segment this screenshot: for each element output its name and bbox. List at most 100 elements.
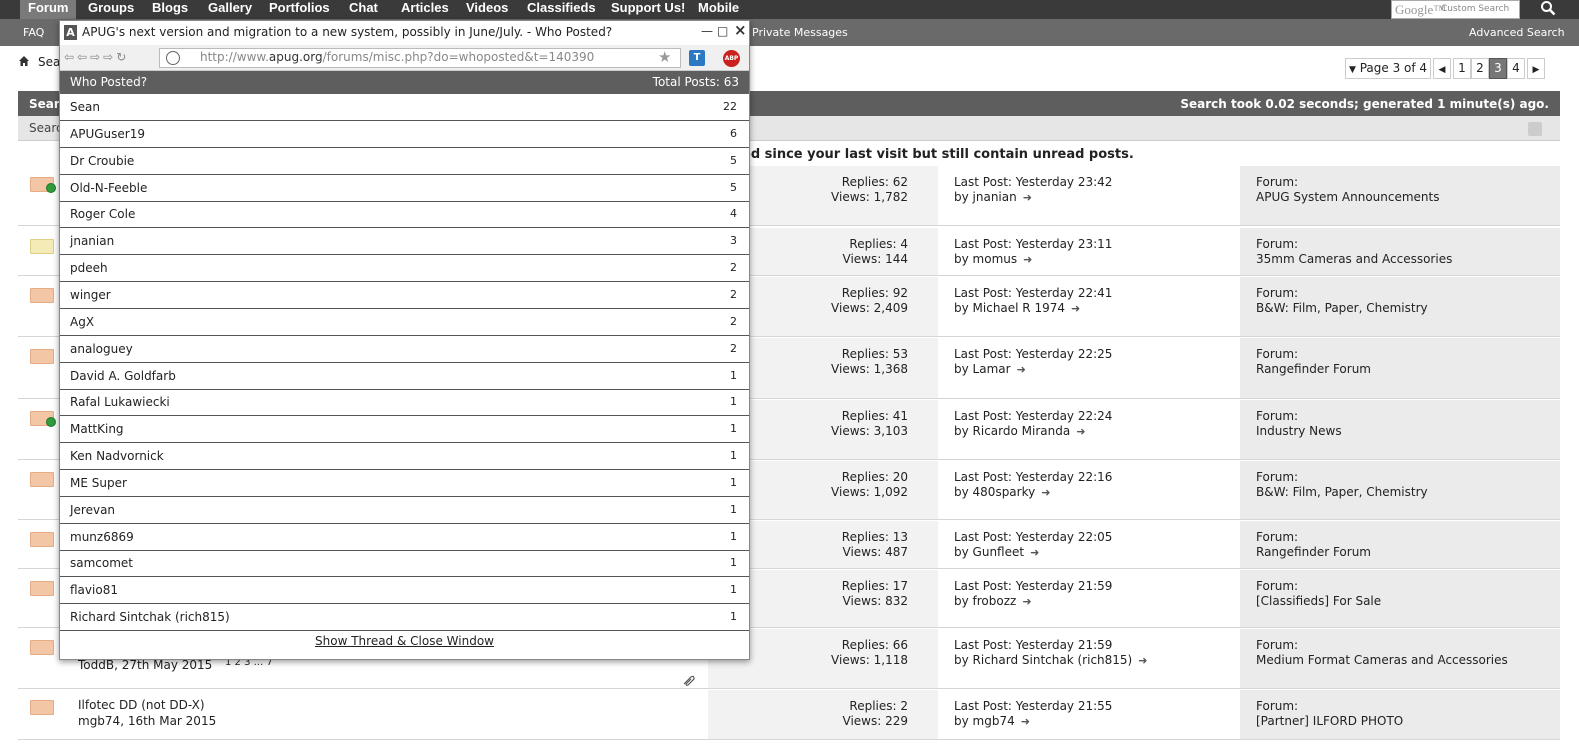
poster-name[interactable]: Sean bbox=[70, 100, 100, 114]
nav-portfolios[interactable]: Portfolios bbox=[269, 0, 330, 19]
poster-name[interactable]: Dr Croubie bbox=[70, 154, 134, 168]
poster-name[interactable]: AgX bbox=[70, 315, 94, 329]
home-icon[interactable] bbox=[18, 55, 30, 67]
maximize-icon[interactable]: □ bbox=[717, 24, 728, 38]
poster-name[interactable]: Richard Sintchak (rich815) bbox=[70, 610, 230, 624]
poster-name[interactable]: David A. Goldfarb bbox=[70, 369, 176, 383]
star-icon[interactable]: ★ bbox=[658, 48, 671, 66]
forum-link[interactable]: Industry News bbox=[1256, 424, 1342, 438]
nav-blogs[interactable]: Blogs bbox=[152, 0, 188, 19]
nav-forum[interactable]: Forum bbox=[20, 0, 77, 19]
poster-count: 1 bbox=[730, 529, 737, 543]
last-post-author[interactable]: by momus ➜ bbox=[954, 252, 1032, 266]
forum-link[interactable]: [Partner] ILFORD PHOTO bbox=[1256, 714, 1403, 728]
forum-link[interactable]: B&W: Film, Paper, Chemistry bbox=[1256, 485, 1428, 499]
page-1-link[interactable]: 1 bbox=[1453, 58, 1471, 79]
poster-name[interactable]: analoguey bbox=[70, 342, 133, 356]
adblock-icon[interactable]: ABP bbox=[723, 50, 740, 67]
poster-name[interactable]: flavio81 bbox=[70, 583, 118, 597]
forum-link[interactable]: [Classifieds] For Sale bbox=[1256, 594, 1381, 608]
poster-name[interactable]: Roger Cole bbox=[70, 207, 135, 221]
last-post-author[interactable]: by Ricardo Miranda ➜ bbox=[954, 424, 1085, 438]
browser-nav-icons[interactable]: ⇦⇦⇨⇨↻ bbox=[64, 50, 129, 64]
nav-groups[interactable]: Groups bbox=[88, 0, 134, 19]
search-icon[interactable] bbox=[1540, 0, 1556, 16]
last-post-author[interactable]: by mgb74 ➜ bbox=[954, 714, 1030, 728]
page-2-link[interactable]: 2 bbox=[1471, 58, 1489, 79]
poster-name[interactable]: jnanian bbox=[70, 234, 114, 248]
subnav-private-messages[interactable]: Private Messages bbox=[752, 26, 848, 39]
nav-chat[interactable]: Chat bbox=[349, 0, 378, 19]
poster-name[interactable]: Rafal Lukawiecki bbox=[70, 395, 170, 409]
forum-link[interactable]: Medium Format Cameras and Accessories bbox=[1256, 653, 1508, 667]
poster-row: MattKing 1 bbox=[60, 416, 749, 444]
go-last-post-icon[interactable]: ➜ bbox=[1017, 363, 1026, 376]
thread-forum: Forum: B&W: Film, Paper, Chemistry bbox=[1240, 277, 1560, 336]
nav-videos[interactable]: Videos bbox=[466, 0, 508, 19]
collapse-icon[interactable] bbox=[1528, 122, 1542, 136]
last-post-time: Last Post: Yesterday 23:11 bbox=[954, 237, 1113, 251]
go-last-post-icon[interactable]: ➜ bbox=[1071, 302, 1080, 315]
last-post-author[interactable]: by Gunfleet ➜ bbox=[954, 545, 1039, 559]
poster-name[interactable]: Old-N-Feeble bbox=[70, 181, 147, 195]
next-page-button[interactable]: ▶ bbox=[1527, 58, 1545, 79]
url-text[interactable]: http://www.apug.org/forums/misc.php?do=w… bbox=[200, 50, 594, 64]
poster-name[interactable]: munz6869 bbox=[70, 530, 134, 544]
go-new-icon[interactable] bbox=[46, 183, 56, 193]
last-post-time: Last Post: Yesterday 21:59 bbox=[954, 638, 1113, 652]
subnav-faq[interactable]: FAQ bbox=[23, 26, 44, 39]
go-last-post-icon[interactable]: ➜ bbox=[1041, 486, 1050, 499]
last-post-author[interactable]: by frobozz ➜ bbox=[954, 594, 1032, 608]
prev-page-button[interactable]: ◀ bbox=[1433, 58, 1451, 79]
last-post-author[interactable]: by Michael R 1974 ➜ bbox=[954, 301, 1080, 315]
go-last-post-icon[interactable]: ➜ bbox=[1076, 425, 1085, 438]
close-icon[interactable]: × bbox=[734, 21, 747, 39]
poster-row: Roger Cole 4 bbox=[60, 201, 749, 229]
last-post-author[interactable]: by 480sparky ➜ bbox=[954, 485, 1050, 499]
go-last-post-icon[interactable]: ➜ bbox=[1030, 546, 1039, 559]
forum-link[interactable]: Rangefinder Forum bbox=[1256, 362, 1371, 376]
breadcrumb[interactable]: Sea bbox=[38, 55, 60, 69]
poster-name[interactable]: pdeeh bbox=[70, 261, 108, 275]
nav-mobile[interactable]: Mobile bbox=[698, 0, 739, 19]
last-post-author[interactable]: by jnanian ➜ bbox=[954, 190, 1032, 204]
poster-name[interactable]: samcomet bbox=[70, 556, 133, 570]
poster-name[interactable]: APUGuser19 bbox=[70, 127, 145, 141]
go-last-post-icon[interactable]: ➜ bbox=[1022, 595, 1031, 608]
nav-gallery[interactable]: Gallery bbox=[208, 0, 252, 19]
forum-link[interactable]: APUG System Announcements bbox=[1256, 190, 1440, 204]
go-last-post-icon[interactable]: ➜ bbox=[1023, 253, 1032, 266]
nav-articles[interactable]: Articles bbox=[401, 0, 449, 19]
minimize-icon[interactable]: — bbox=[701, 24, 713, 38]
last-post-time: Last Post: Yesterday 23:42 bbox=[954, 175, 1113, 189]
google-search-input[interactable]: Google™ Custom Search bbox=[1391, 0, 1520, 19]
nav-support-us[interactable]: Support Us! bbox=[611, 0, 685, 19]
subnav-advanced-search[interactable]: Advanced Search bbox=[1469, 26, 1565, 39]
thread-title[interactable]: Ilfotec DD (not DD-X) bbox=[78, 698, 205, 712]
poster-row: munz6869 1 bbox=[60, 524, 749, 551]
show-thread-close-link[interactable]: Show Thread & Close Window bbox=[60, 634, 749, 648]
thread-row[interactable]: Ilfotec DD (not DD-X) mgb74, 16th Mar 201… bbox=[18, 690, 1560, 740]
translate-icon[interactable]: T bbox=[689, 50, 705, 66]
poster-row: APUGuser19 6 bbox=[60, 121, 749, 148]
poster-name[interactable]: Ken Nadvornick bbox=[70, 449, 164, 463]
last-post-author[interactable]: by Richard Sintchak (rich815) ➜ bbox=[954, 653, 1147, 667]
last-post-author[interactable]: by Lamar ➜ bbox=[954, 362, 1026, 376]
nav-classifieds[interactable]: Classifieds bbox=[527, 0, 596, 19]
poster-name[interactable]: MattKing bbox=[70, 422, 124, 436]
page-4-link[interactable]: 4 bbox=[1507, 58, 1525, 79]
thread-views: Views: 229 bbox=[842, 714, 909, 728]
poster-count: 1 bbox=[730, 610, 737, 624]
thread-replies: Replies: 53 bbox=[841, 347, 908, 361]
page-selector[interactable]: ▼ Page 3 of 4 bbox=[1345, 58, 1431, 79]
poster-name[interactable]: winger bbox=[70, 288, 111, 302]
go-last-post-icon[interactable]: ➜ bbox=[1023, 191, 1032, 204]
go-new-icon[interactable] bbox=[46, 417, 56, 427]
forum-link[interactable]: B&W: Film, Paper, Chemistry bbox=[1256, 301, 1428, 315]
go-last-post-icon[interactable]: ➜ bbox=[1138, 654, 1147, 667]
forum-link[interactable]: 35mm Cameras and Accessories bbox=[1256, 252, 1452, 266]
poster-name[interactable]: Jerevan bbox=[70, 503, 115, 517]
poster-name[interactable]: ME Super bbox=[70, 476, 127, 490]
go-last-post-icon[interactable]: ➜ bbox=[1021, 715, 1030, 728]
forum-link[interactable]: Rangefinder Forum bbox=[1256, 545, 1371, 559]
